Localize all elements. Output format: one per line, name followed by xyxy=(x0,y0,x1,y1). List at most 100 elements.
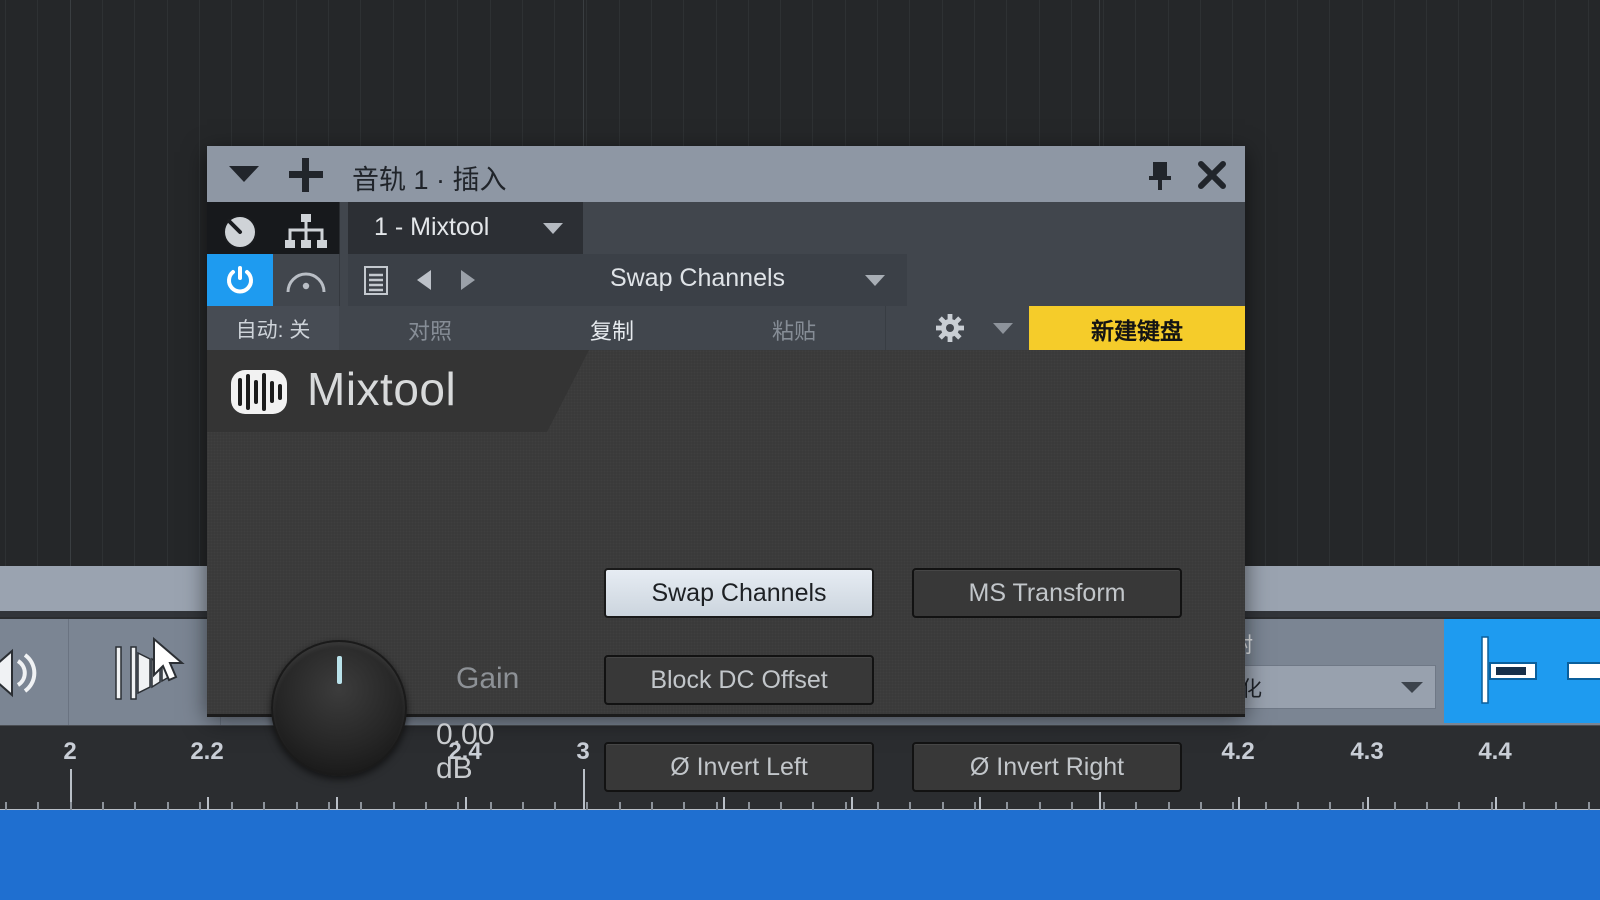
selected-audio-region[interactable] xyxy=(0,810,1600,900)
ruler-tick xyxy=(723,797,725,811)
plugin-editor-toggle[interactable] xyxy=(207,202,274,254)
ruler-tick xyxy=(1238,797,1240,811)
plugin-automation-row: 自动: 关 对照 复制 粘贴 xyxy=(207,306,1245,350)
speaker-icon xyxy=(0,647,38,699)
grid-line xyxy=(1491,0,1492,566)
grid-line xyxy=(1265,0,1266,566)
swap-channels-label: Swap Channels xyxy=(606,579,872,608)
power-icon xyxy=(226,266,254,294)
ruler-tick-label: 2 xyxy=(63,738,76,766)
bypass-button[interactable] xyxy=(273,254,340,306)
invert-left-label: Ø Invert Left xyxy=(606,753,872,782)
ruler-tick xyxy=(207,797,209,811)
ruler-tick xyxy=(336,797,338,811)
grid-line xyxy=(1297,0,1298,566)
ruler-tick-label: 4.4 xyxy=(1478,738,1511,766)
paste-label: 粘贴 xyxy=(703,314,885,346)
new-keyboard-label: 新建键盘 xyxy=(1029,312,1245,346)
gain-label: Gain xyxy=(456,662,519,696)
previous-preset-button[interactable] xyxy=(404,254,446,306)
plugin-slot-label: 1 - Mixtool xyxy=(374,213,489,242)
chevron-down-icon[interactable] xyxy=(865,275,885,286)
automation-mode-button[interactable]: 自动: 关 xyxy=(207,306,340,350)
invert-right-label: Ø Invert Right xyxy=(914,753,1180,782)
preset-name-label: Swap Channels xyxy=(488,264,907,293)
mouse-cursor xyxy=(148,635,194,687)
waveform-zoom-cell[interactable] xyxy=(68,619,221,727)
ms-transform-label: MS Transform xyxy=(914,579,1180,608)
bar-line xyxy=(70,0,71,566)
mixtool-brand-bar: Mixtool xyxy=(207,350,547,432)
next-preset-button[interactable] xyxy=(446,254,488,306)
grid-line xyxy=(1555,0,1556,566)
chevron-down-icon xyxy=(993,323,1013,334)
gear-icon xyxy=(936,314,964,342)
ruler-tick-label: 4.3 xyxy=(1350,738,1383,766)
grid-line xyxy=(37,0,38,566)
grid-line xyxy=(1458,0,1459,566)
pin-icon[interactable] xyxy=(1147,160,1173,190)
new-keyboard-button[interactable]: 新建键盘 xyxy=(1029,306,1245,350)
ruler-tick-label: 3 xyxy=(576,738,589,766)
plugin-titlebar[interactable]: 音轨 1 · 插入 xyxy=(207,146,1245,202)
plugin-slot-selector[interactable]: 1 - Mixtool xyxy=(348,202,583,254)
swap-channels-button[interactable]: Swap Channels xyxy=(604,568,874,618)
mixtool-logo-icon xyxy=(231,370,287,414)
grid-line xyxy=(1426,0,1427,566)
routing-icon xyxy=(285,214,327,248)
ruler-tick xyxy=(465,797,467,811)
grid-line xyxy=(199,0,200,566)
plus-icon[interactable] xyxy=(289,158,323,192)
invert-left-button[interactable]: Ø Invert Left xyxy=(604,742,874,792)
quantize-block: 附 化 xyxy=(1232,617,1444,725)
invert-right-button[interactable]: Ø Invert Right xyxy=(912,742,1182,792)
quantize-dropdown[interactable]: 化 xyxy=(1234,665,1436,709)
plugin-routing-toggle[interactable] xyxy=(273,202,340,254)
compare-label: 对照 xyxy=(339,314,521,346)
preset-name-dropdown[interactable]: Swap Channels xyxy=(488,254,907,306)
document-icon xyxy=(364,266,388,295)
block-dc-offset-button[interactable]: Block DC Offset xyxy=(604,655,874,705)
settings-menu-button[interactable] xyxy=(977,306,1029,350)
mixtool-brand-name: Mixtool xyxy=(307,362,456,416)
grid-line xyxy=(1394,0,1395,566)
snap-start-icon[interactable] xyxy=(1468,633,1544,707)
copy-label: 复制 xyxy=(521,314,703,346)
automation-mode-label: 自动: 关 xyxy=(207,314,339,344)
grid-line xyxy=(1523,0,1524,566)
daw-window: 附 化 22.22.32.433.23.33.444.24.34.4 xyxy=(0,0,1600,900)
chevron-down-icon xyxy=(1401,682,1423,693)
settings-button[interactable] xyxy=(923,306,977,350)
ms-transform-button[interactable]: MS Transform xyxy=(912,568,1182,618)
paste-button[interactable]: 粘贴 xyxy=(703,306,886,350)
gain-value: 0.00 dB xyxy=(436,718,494,786)
ruler-tick xyxy=(979,797,981,811)
snap-end-icon[interactable] xyxy=(1564,633,1600,707)
ruler-tick-label: 2.2 xyxy=(190,738,223,766)
plugin-slot-row: 1 - Mixtool xyxy=(207,202,1245,254)
copy-button[interactable]: 复制 xyxy=(521,306,704,350)
power-button[interactable] xyxy=(207,254,273,306)
plugin-preset-row: Swap Channels xyxy=(207,254,1245,306)
ruler-tick-label: 4.2 xyxy=(1221,738,1254,766)
preset-list-button[interactable] xyxy=(348,254,404,306)
triangle-left-icon xyxy=(417,270,431,290)
plugin-window: 音轨 1 · 插入 xyxy=(207,146,1245,714)
bypass-arc-icon xyxy=(286,270,326,294)
ruler-tick xyxy=(1367,797,1369,811)
chevron-down-icon[interactable] xyxy=(543,223,563,234)
gain-knob[interactable] xyxy=(271,640,407,776)
ruler-tick xyxy=(583,769,585,811)
close-icon[interactable] xyxy=(1197,160,1227,190)
knob-pointer-icon xyxy=(337,656,342,684)
grid-line xyxy=(1588,0,1589,566)
page-title: 音轨 1 · 插入 xyxy=(352,158,507,197)
ruler-tick xyxy=(1495,797,1497,811)
mixtool-plugin-body: Mixtool Gain 0.00 dB Swap Channels MS Tr… xyxy=(207,350,1245,717)
grid-line xyxy=(1362,0,1363,566)
monitor-speaker-cell[interactable] xyxy=(0,619,69,727)
compare-button[interactable]: 对照 xyxy=(339,306,522,350)
chevron-down-icon[interactable] xyxy=(229,166,259,182)
snap-tools-group[interactable] xyxy=(1444,619,1600,723)
grid-line xyxy=(167,0,168,566)
